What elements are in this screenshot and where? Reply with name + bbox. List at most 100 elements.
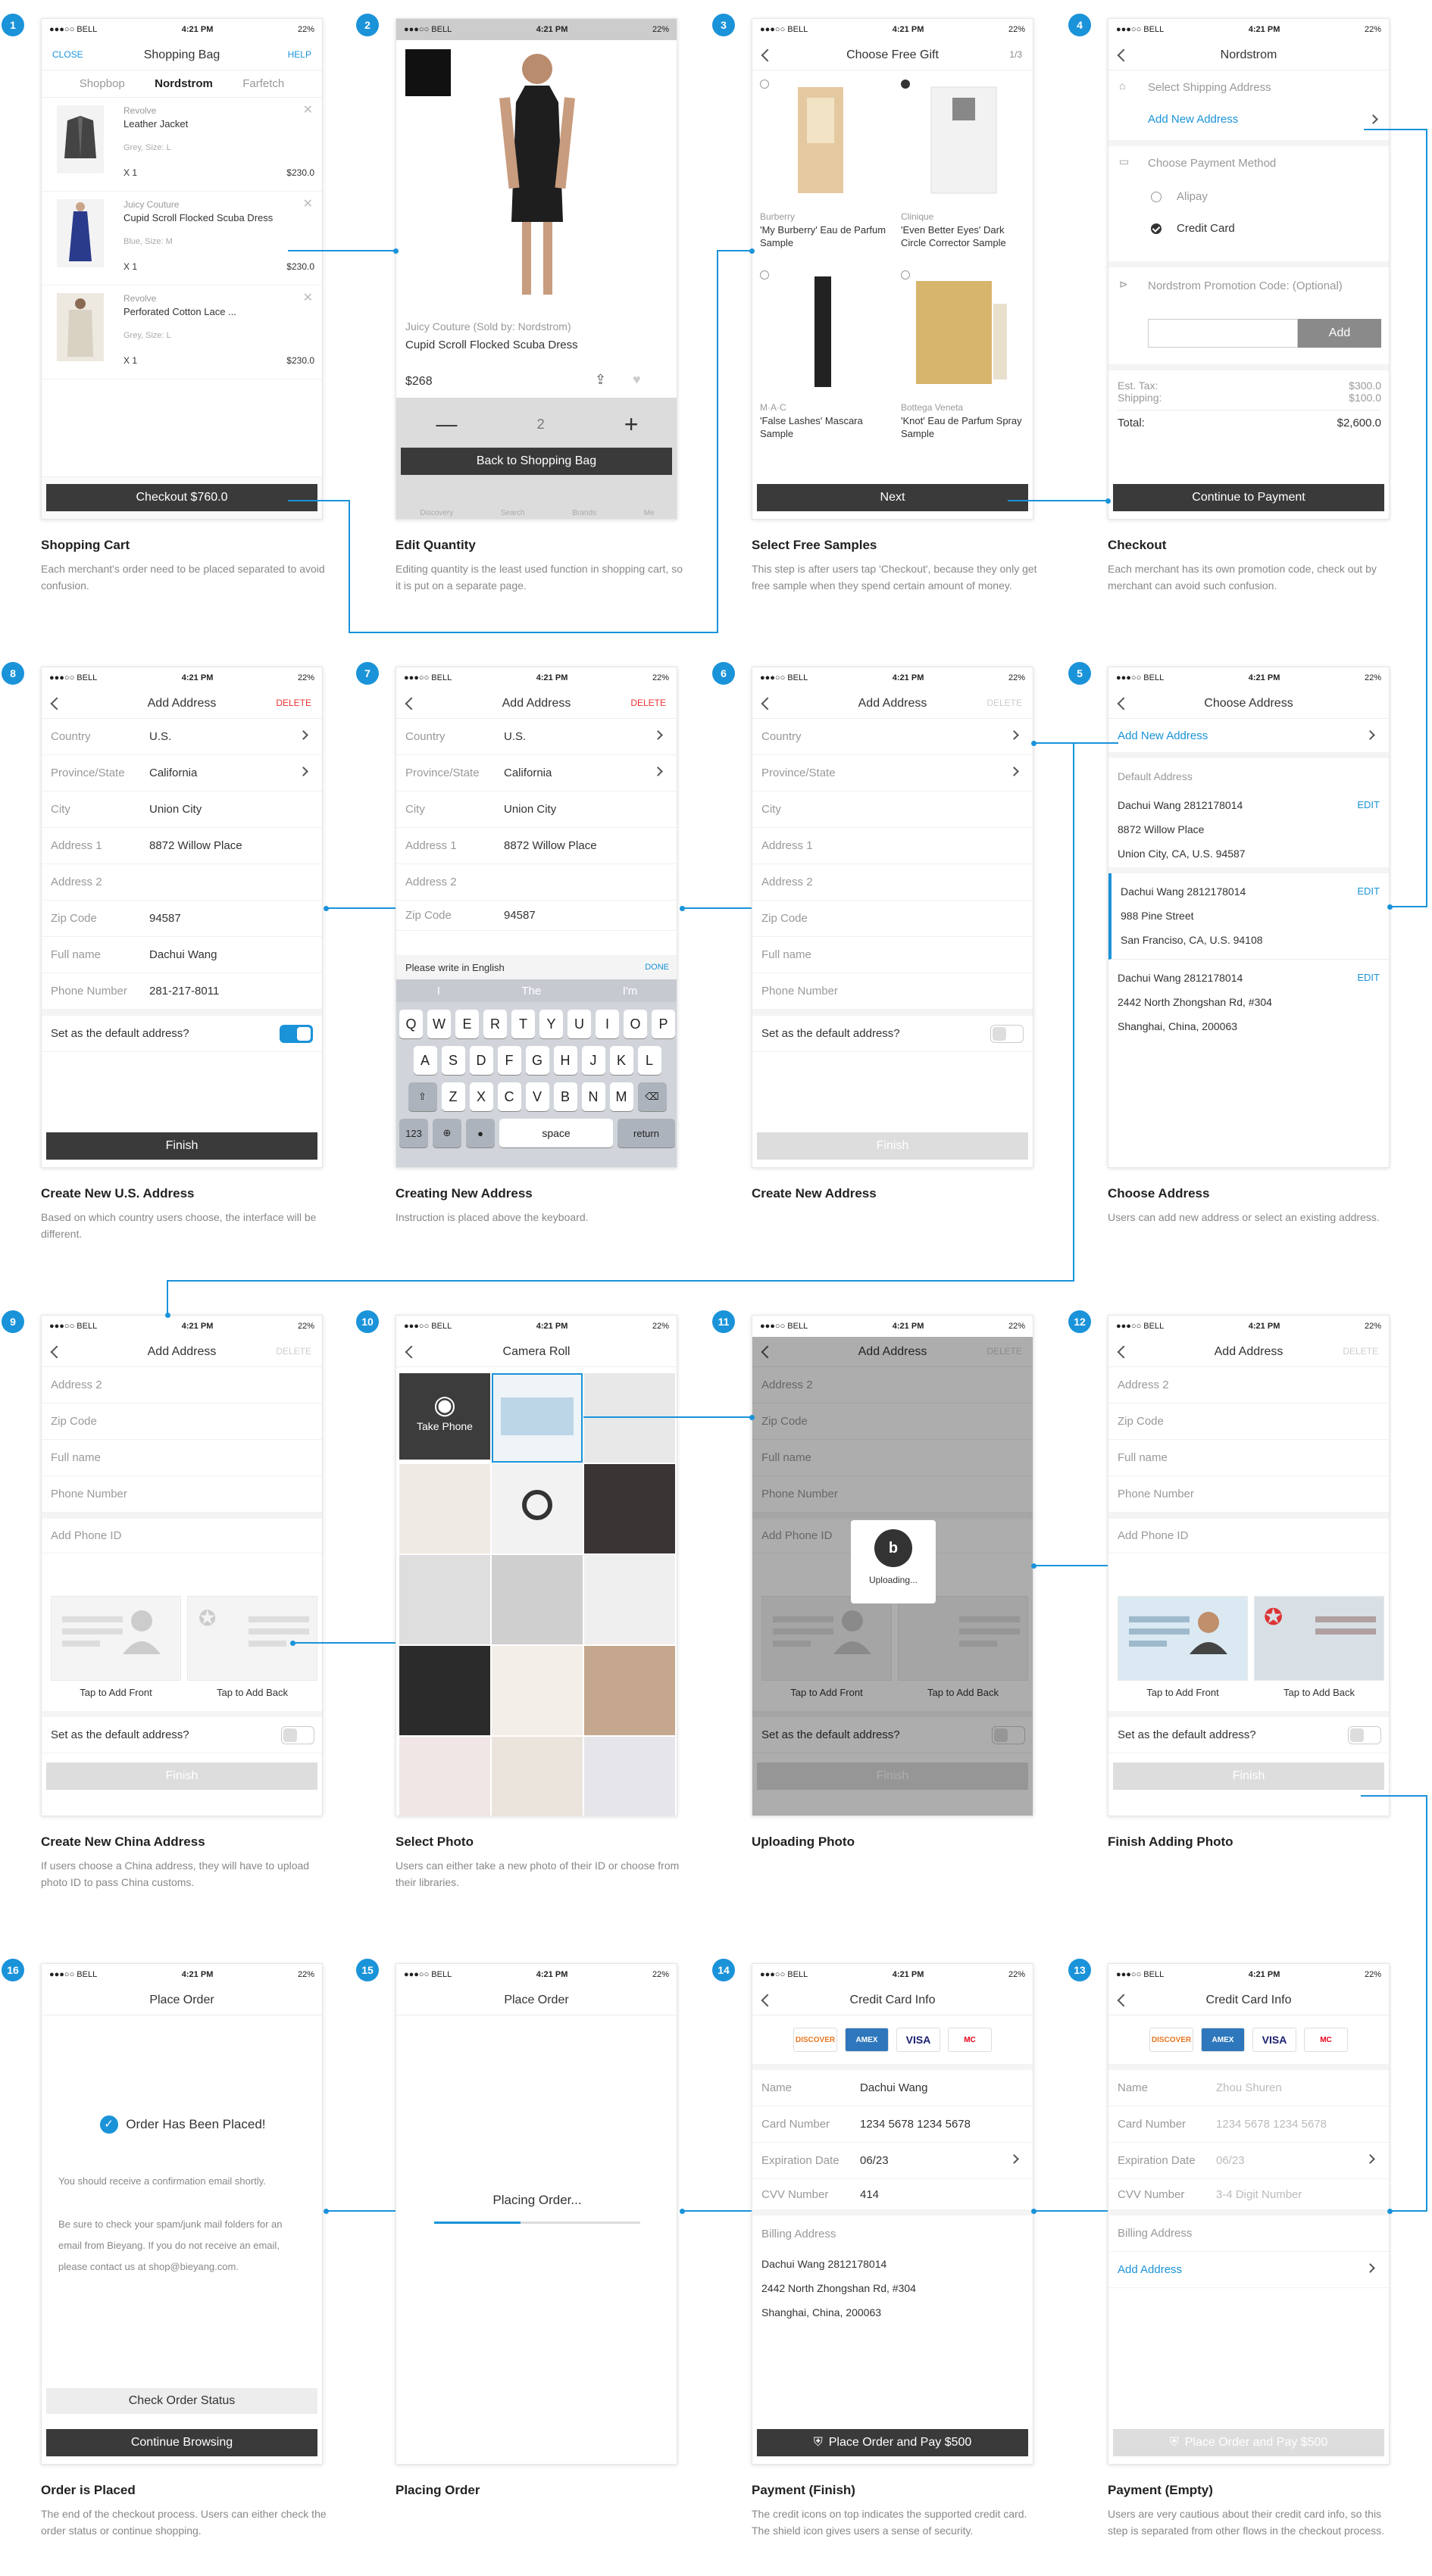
province-field[interactable]: Province/State California bbox=[42, 755, 322, 792]
phone-field[interactable]: Phone Number bbox=[752, 973, 1033, 1010]
credit-card-radio[interactable] bbox=[1151, 223, 1162, 234]
finish-button[interactable]: Finish bbox=[46, 1763, 317, 1790]
delete-button[interactable]: DELETE bbox=[630, 698, 666, 708]
shift-icon[interactable]: ⇧ bbox=[408, 1082, 437, 1111]
key[interactable]: P bbox=[652, 1010, 675, 1038]
key[interactable]: K bbox=[609, 1046, 633, 1075]
edit-button[interactable]: EDIT bbox=[1357, 879, 1380, 904]
default-toggle[interactable] bbox=[281, 1725, 314, 1744]
province-field[interactable]: Province/State bbox=[752, 755, 1033, 792]
backspace-icon[interactable]: ⌫ bbox=[637, 1082, 667, 1111]
checkout-button[interactable]: Checkout $760.0 bbox=[46, 484, 317, 511]
card-number-field[interactable]: Card Number 1234 5678 1234 5678 bbox=[752, 2106, 1033, 2143]
key[interactable]: H bbox=[553, 1046, 577, 1075]
key[interactable]: T bbox=[511, 1010, 535, 1038]
cart-item[interactable]: Revolve Leather Jacket Grey, Size: L X 1… bbox=[42, 98, 322, 192]
back-icon[interactable] bbox=[761, 697, 774, 710]
back-icon[interactable] bbox=[1117, 1345, 1130, 1359]
done-button[interactable]: DONE bbox=[645, 963, 669, 972]
photo-thumbnail[interactable] bbox=[584, 1646, 675, 1735]
tab-me[interactable]: Me bbox=[644, 509, 655, 517]
key[interactable]: Y bbox=[539, 1010, 563, 1038]
address-card-selected[interactable]: Dachui Wang 2812178014 988 Pine Street San… bbox=[1108, 873, 1389, 960]
key[interactable]: U bbox=[567, 1010, 591, 1038]
zip-field[interactable]: Zip Code 94587 bbox=[396, 901, 677, 931]
cvv-field[interactable]: CVV Number 3-4 Digit Number bbox=[1108, 2179, 1389, 2215]
zip-field[interactable]: Zip Code bbox=[1108, 1404, 1389, 1440]
back-icon[interactable] bbox=[761, 48, 774, 62]
gift-item[interactable]: Clinique 'Even Better Eyes' Dark Circle … bbox=[893, 75, 1033, 264]
delete-button[interactable]: DELETE bbox=[276, 1346, 311, 1357]
country-field[interactable]: Country U.S. bbox=[396, 719, 677, 755]
photo-thumbnail[interactable] bbox=[399, 1646, 490, 1735]
key[interactable]: R bbox=[483, 1010, 507, 1038]
next-button[interactable]: Next bbox=[757, 484, 1028, 511]
zip-field[interactable]: Zip Code bbox=[752, 901, 1033, 937]
address1-field[interactable]: Address 1 8872 Willow Place bbox=[396, 828, 677, 864]
key[interactable]: Z bbox=[441, 1082, 465, 1111]
delete-button[interactable]: DELETE bbox=[276, 698, 311, 708]
name-field[interactable]: Name Zhou Shuren bbox=[1108, 2070, 1389, 2106]
help-button[interactable]: HELP bbox=[288, 49, 311, 60]
cart-item[interactable]: Juicy Couture Cupid Scroll Flocked Scuba… bbox=[42, 192, 322, 286]
back-icon[interactable] bbox=[1117, 48, 1130, 62]
plus-icon[interactable]: + bbox=[624, 411, 639, 439]
country-field[interactable]: Country U.S. bbox=[42, 719, 322, 755]
tab-search[interactable]: Search bbox=[501, 509, 525, 517]
add-address-link[interactable]: Add New Address bbox=[1148, 113, 1238, 126]
back-icon[interactable] bbox=[761, 1994, 774, 2007]
place-order-button[interactable]: ⛨ Place Order and Pay $500 bbox=[1113, 2429, 1384, 2456]
tab-discovery[interactable]: Discovery bbox=[420, 509, 453, 517]
tab-nordstrom[interactable]: Nordstrom bbox=[155, 77, 213, 90]
name-field[interactable]: Full name bbox=[752, 937, 1033, 973]
back-to-bag-button[interactable]: Back to Shopping Bag bbox=[401, 448, 672, 475]
add-address-row[interactable]: Add Address bbox=[1108, 2252, 1389, 2288]
key[interactable]: A bbox=[413, 1046, 437, 1075]
mic-icon[interactable]: ● bbox=[466, 1119, 495, 1147]
card-number-field[interactable]: Card Number 1234 5678 1234 5678 bbox=[1108, 2106, 1389, 2143]
key[interactable]: I bbox=[596, 1010, 619, 1038]
phone-field[interactable]: Phone Number 281-217-8011 bbox=[42, 973, 322, 1010]
continue-to-payment-button[interactable]: Continue to Payment bbox=[1113, 484, 1384, 511]
default-toggle[interactable] bbox=[990, 1024, 1024, 1043]
key[interactable]: W bbox=[427, 1010, 451, 1038]
billing-address[interactable]: Dachui Wang 2812178014 2442 North Zhongsh… bbox=[752, 2252, 1033, 2325]
zip-field[interactable]: Zip Code bbox=[42, 1404, 322, 1440]
key[interactable]: B bbox=[553, 1082, 577, 1111]
remove-icon[interactable]: ✕ bbox=[303, 102, 313, 117]
address2-field[interactable]: Address 2 bbox=[42, 864, 322, 901]
zip-field[interactable]: Zip Code 94587 bbox=[42, 901, 322, 937]
key[interactable]: L bbox=[637, 1046, 661, 1075]
key[interactable]: E bbox=[455, 1010, 479, 1038]
finish-button[interactable]: Finish bbox=[46, 1132, 317, 1160]
name-field[interactable]: Name Dachui Wang bbox=[752, 2070, 1033, 2106]
key[interactable]: G bbox=[525, 1046, 549, 1075]
address-card[interactable]: Dachui Wang 2812178014 2442 North Zhongsh… bbox=[1108, 960, 1389, 1043]
remove-icon[interactable]: ✕ bbox=[303, 196, 313, 211]
continue-browsing-button[interactable]: Continue Browsing bbox=[46, 2429, 317, 2456]
cart-item[interactable]: Revolve Perforated Cotton Lace ... Grey,… bbox=[42, 286, 322, 379]
phone-field[interactable]: Phone Number bbox=[42, 1476, 322, 1513]
photo-thumbnail[interactable] bbox=[492, 1646, 583, 1735]
tab-farfetch[interactable]: Farfetch bbox=[242, 77, 284, 90]
address1-field[interactable]: Address 1 bbox=[752, 828, 1033, 864]
key[interactable]: C bbox=[497, 1082, 521, 1111]
gift-item[interactable]: Bottega Veneta 'Knot' Eau de Parfum Spra… bbox=[893, 266, 1033, 455]
finish-button[interactable]: Finish bbox=[757, 1132, 1028, 1160]
default-toggle[interactable] bbox=[280, 1024, 313, 1043]
name-field[interactable]: Full name bbox=[42, 1440, 322, 1476]
globe-icon[interactable]: ⊕ bbox=[433, 1119, 461, 1147]
promo-add-button[interactable]: Add bbox=[1298, 319, 1381, 348]
city-field[interactable]: City Union City bbox=[42, 792, 322, 828]
photo-thumbnail[interactable] bbox=[492, 1737, 583, 1816]
address1-field[interactable]: Address 1 8872 Willow Place bbox=[42, 828, 322, 864]
default-toggle[interactable] bbox=[1348, 1725, 1381, 1744]
id-front-placeholder[interactable] bbox=[51, 1596, 181, 1681]
gift-item[interactable]: M·A·C 'False Lashes' Mascara Sample bbox=[752, 266, 893, 455]
photo-thumbnail[interactable] bbox=[584, 1737, 675, 1816]
numbers-key[interactable]: 123 bbox=[399, 1119, 428, 1147]
back-icon[interactable] bbox=[405, 697, 418, 710]
return-key[interactable]: return bbox=[618, 1119, 675, 1147]
gift-item[interactable]: Burberry 'My Burberry' Eau de Parfum Sam… bbox=[752, 75, 893, 264]
alipay-radio[interactable] bbox=[1151, 192, 1162, 202]
